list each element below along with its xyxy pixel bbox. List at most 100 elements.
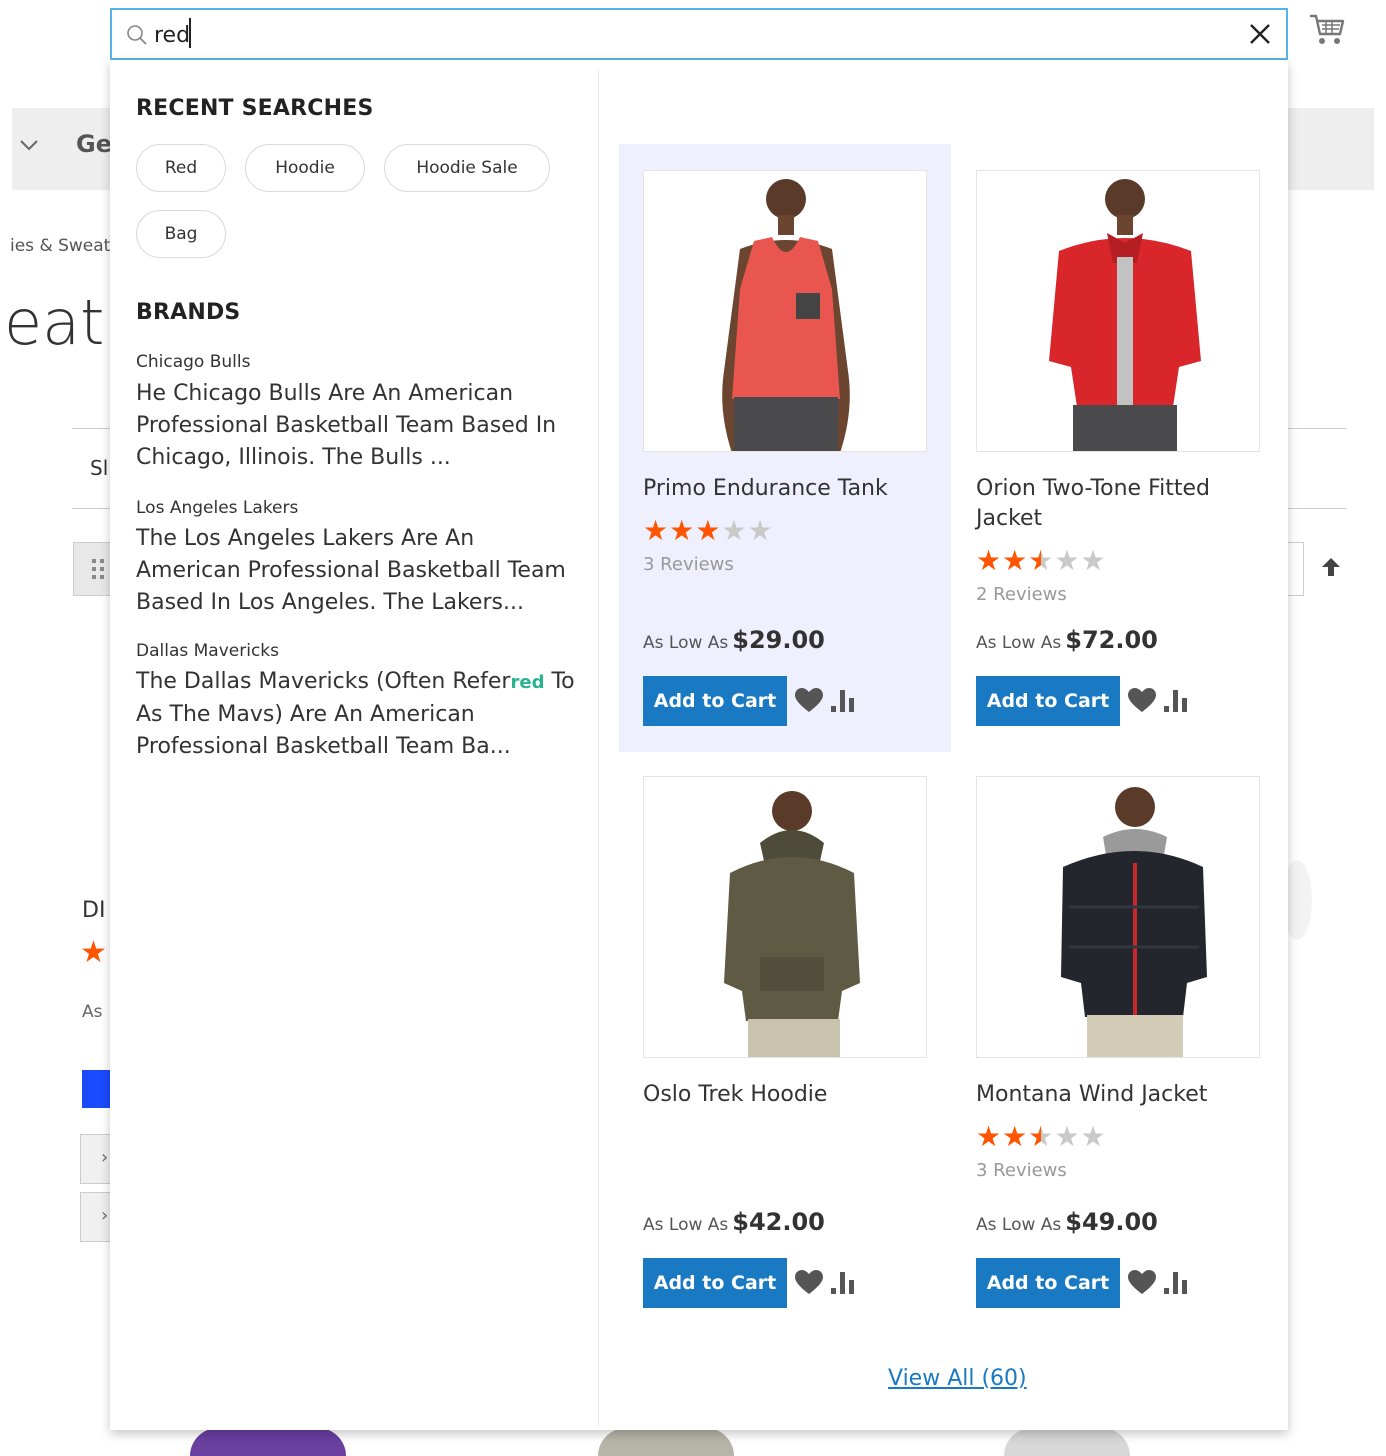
compare-icon[interactable] xyxy=(829,688,859,714)
background-star-icon: ★ xyxy=(80,935,107,970)
star-half-icon: ★ xyxy=(1028,544,1055,577)
heart-icon[interactable] xyxy=(795,1270,823,1296)
star-empty-icon: ★ xyxy=(747,514,774,547)
search-bar xyxy=(110,8,1288,60)
star-empty-icon: ★ xyxy=(721,514,748,547)
recent-search-chip[interactable]: Hoodie xyxy=(245,144,365,192)
product-name[interactable]: Oslo Trek Hoodie xyxy=(643,1080,943,1110)
star-filled-icon: ★ xyxy=(669,514,696,547)
rating-stars: ★★★★★ xyxy=(643,516,774,546)
product-name[interactable]: Orion Two-Tone Fitted Jacket xyxy=(976,474,1276,534)
star-filled-icon: ★ xyxy=(643,514,670,547)
price-box: As Low As $29.00 xyxy=(643,626,825,654)
star-filled-icon: ★ xyxy=(976,544,1003,577)
product-card[interactable]: Oslo Trek Hoodie As Low As $42.00 Add to … xyxy=(619,750,951,1340)
background-breadcrumb: ies & Sweat xyxy=(10,236,111,256)
product-name[interactable]: Primo Endurance Tank xyxy=(643,474,943,504)
background-divider xyxy=(72,428,112,429)
compare-icon[interactable] xyxy=(1162,688,1192,714)
heart-icon[interactable] xyxy=(1128,688,1156,714)
recent-search-chip[interactable]: Red xyxy=(136,144,226,192)
price-value: $49.00 xyxy=(1065,1208,1158,1236)
star-empty-icon: ★ xyxy=(1054,544,1081,577)
product-image[interactable] xyxy=(643,776,927,1058)
brand-description-text: The Dallas Mavericks (Often Refer xyxy=(136,669,511,694)
compare-icon[interactable] xyxy=(829,1270,859,1296)
price-label: As Low As xyxy=(643,1215,729,1235)
star-half-icon: ★ xyxy=(1028,1120,1055,1153)
product-photo xyxy=(724,791,860,1057)
price-label: As Low As xyxy=(643,633,729,653)
background-product-image xyxy=(1004,1428,1130,1456)
price-box: As Low As $72.00 xyxy=(976,626,1158,654)
chevron-down-icon[interactable] xyxy=(18,134,40,156)
rating-stars: ★★★★★ xyxy=(976,546,1107,576)
shirt xyxy=(732,237,840,399)
star-empty-icon: ★ xyxy=(1080,1120,1107,1153)
search-icon xyxy=(127,25,147,45)
product-image[interactable] xyxy=(976,170,1260,452)
review-count-link[interactable]: 2 Reviews xyxy=(976,584,1067,605)
close-icon[interactable] xyxy=(1248,22,1272,46)
brands-title: BRANDS xyxy=(136,300,241,325)
product-photo xyxy=(1049,179,1201,451)
background-divider xyxy=(72,508,112,509)
shirt xyxy=(724,857,860,1021)
star-filled-icon: ★ xyxy=(1002,544,1029,577)
background-divider xyxy=(1288,508,1346,509)
price-value: $72.00 xyxy=(1065,626,1158,654)
star-filled-icon: ★ xyxy=(976,1120,1003,1153)
price-label: As Low As xyxy=(976,1215,1062,1235)
background-nav-label[interactable]: Ge xyxy=(76,130,112,158)
recent-search-chip[interactable]: Bag xyxy=(136,210,226,258)
price-label: As Low As xyxy=(976,633,1062,653)
brand-description[interactable]: He Chicago Bulls Are An American Profess… xyxy=(136,378,576,474)
brand-description[interactable]: The Dallas Mavericks (Often Referred To … xyxy=(136,666,576,763)
price-value: $42.00 xyxy=(732,1208,825,1236)
cart-icon[interactable] xyxy=(1308,12,1346,48)
product-card[interactable]: Montana Wind Jacket ★★★★★ 3 Reviews As L… xyxy=(952,750,1284,1340)
background-product-image xyxy=(190,1428,346,1456)
background-product-price: As xyxy=(82,1002,103,1022)
recent-search-chip[interactable]: Hoodie Sale xyxy=(384,144,550,192)
column-divider xyxy=(598,70,599,1426)
heart-icon[interactable] xyxy=(795,688,823,714)
background-divider xyxy=(1288,428,1346,429)
star-filled-icon: ★ xyxy=(695,514,722,547)
text-caret xyxy=(189,18,191,48)
brand-name[interactable]: Dallas Mavericks xyxy=(136,641,279,661)
product-name[interactable]: Montana Wind Jacket xyxy=(976,1080,1276,1110)
compare-icon[interactable] xyxy=(1162,1270,1192,1296)
view-all-link[interactable]: View All (60) xyxy=(888,1366,1027,1391)
product-image[interactable] xyxy=(643,170,927,452)
add-to-cart-button[interactable]: Add to Cart xyxy=(976,676,1120,726)
brand-name[interactable]: Los Angeles Lakers xyxy=(136,498,298,518)
star-empty-icon: ★ xyxy=(1080,544,1107,577)
add-to-cart-button[interactable]: Add to Cart xyxy=(643,1258,787,1308)
add-to-cart-button[interactable]: Add to Cart xyxy=(643,676,787,726)
search-input[interactable] xyxy=(154,16,1214,54)
heart-icon[interactable] xyxy=(1128,1270,1156,1296)
grid-icon[interactable] xyxy=(73,542,113,596)
price-box: As Low As $42.00 xyxy=(643,1208,825,1236)
product-card[interactable]: Primo Endurance Tank ★★★★★ 3 Reviews As … xyxy=(619,144,951,752)
search-autocomplete-dropdown: RECENT SEARCHES Red Hoodie Hoodie Sale B… xyxy=(110,60,1288,1430)
product-photo xyxy=(722,179,850,451)
product-image[interactable] xyxy=(976,776,1260,1058)
brand-name[interactable]: Chicago Bulls xyxy=(136,352,250,372)
rating-stars: ★★★★★ xyxy=(976,1122,1107,1152)
star-empty-icon: ★ xyxy=(1054,1120,1081,1153)
product-photo xyxy=(1061,787,1207,1057)
review-count-link[interactable]: 3 Reviews xyxy=(643,554,734,575)
product-card[interactable]: Orion Two-Tone Fitted Jacket ★★★★★ 2 Rev… xyxy=(952,144,1284,752)
review-count-link[interactable]: 3 Reviews xyxy=(976,1160,1067,1181)
background-filter-label[interactable]: Sl xyxy=(90,456,108,480)
price-value: $29.00 xyxy=(732,626,825,654)
arrow-up-icon[interactable] xyxy=(1320,556,1342,578)
background-page-title: eat xyxy=(4,286,105,359)
add-to-cart-button[interactable]: Add to Cart xyxy=(976,1258,1120,1308)
star-filled-icon: ★ xyxy=(1002,1120,1029,1153)
brand-description[interactable]: The Los Angeles Lakers Are An American P… xyxy=(136,523,576,619)
background-product-name[interactable]: DI xyxy=(82,898,105,923)
search-match-highlight: red xyxy=(510,672,545,693)
